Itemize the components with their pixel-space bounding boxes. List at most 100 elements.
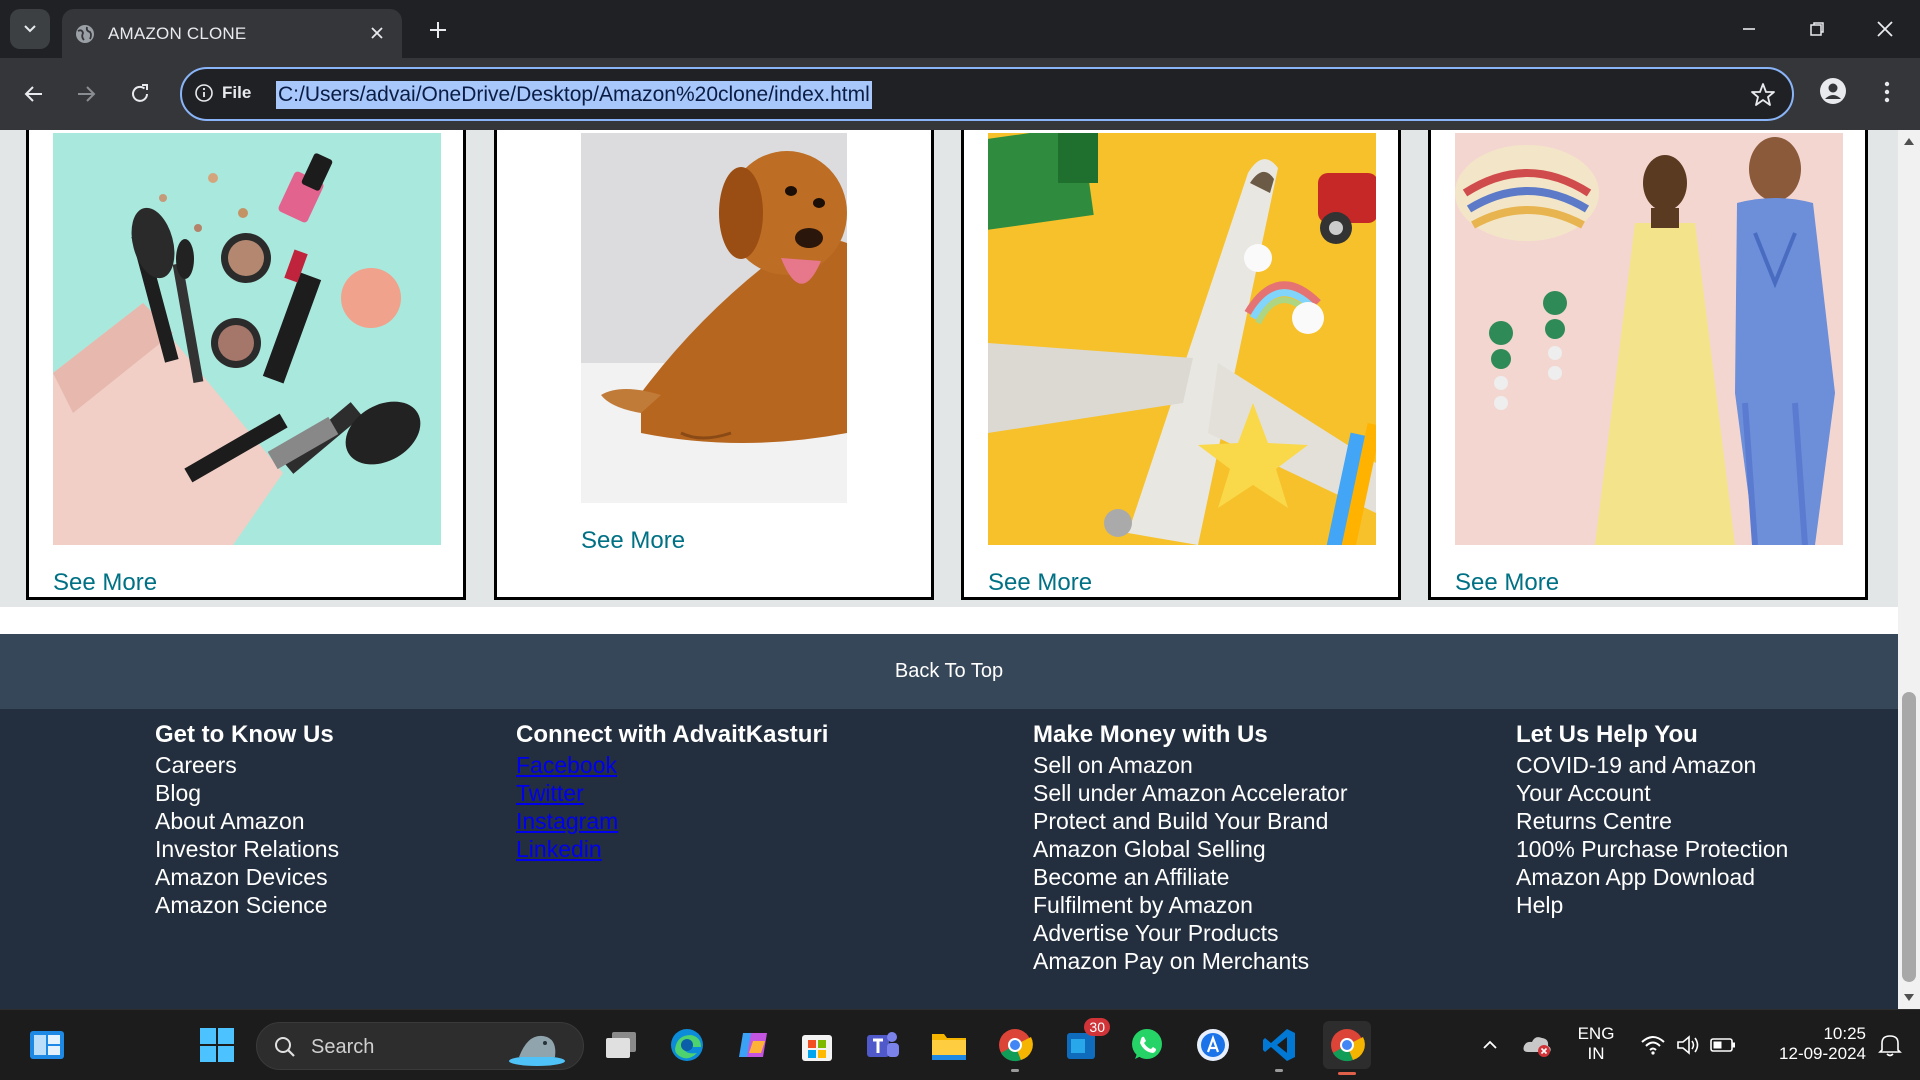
footer-link[interactable]: COVID-19 and Amazon	[1516, 751, 1788, 779]
teams-app[interactable]	[862, 1024, 904, 1066]
whatsapp-app[interactable]	[1126, 1024, 1168, 1066]
scroll-up-arrow-icon[interactable]	[1904, 138, 1914, 145]
footer-col-title: Get to Know Us	[155, 721, 334, 748]
minimize-icon	[1743, 28, 1755, 30]
start-button[interactable]	[196, 1024, 238, 1066]
store-badge-app[interactable]: 30	[1060, 1018, 1110, 1066]
restore-button[interactable]	[1794, 12, 1840, 46]
bookmark-star-icon[interactable]	[1750, 82, 1776, 108]
chrome-active-app[interactable]	[1323, 1021, 1371, 1075]
show-hidden-icons-button[interactable]	[1474, 1024, 1506, 1066]
profile-button[interactable]	[1816, 74, 1850, 108]
back-button[interactable]	[16, 76, 52, 112]
plus-icon	[430, 22, 446, 38]
see-more-link[interactable]: See More	[53, 569, 157, 597]
minimize-button[interactable]	[1726, 12, 1772, 46]
browser-menu-button[interactable]	[1872, 74, 1902, 110]
info-icon	[195, 84, 213, 102]
footer-link[interactable]: Your Account	[1516, 779, 1788, 807]
footer-link[interactable]: 100% Purchase Protection	[1516, 835, 1788, 863]
makeup-products-image	[53, 133, 441, 545]
address-bar[interactable]: File C:/Users/advai/OneDrive/Desktop/Ama…	[180, 67, 1794, 121]
widgets-icon	[30, 1031, 64, 1059]
footer-link[interactable]: Amazon Global Selling	[1033, 835, 1348, 863]
app-store-app[interactable]	[1192, 1024, 1234, 1066]
taskbar-search-box[interactable]: Search	[256, 1022, 584, 1070]
facebook-link[interactable]: Facebook	[516, 751, 828, 779]
reload-button[interactable]	[122, 76, 158, 112]
footer-link[interactable]: About Amazon	[155, 807, 339, 835]
store-app[interactable]	[796, 1024, 838, 1066]
forward-button[interactable]	[68, 76, 104, 112]
see-more-link[interactable]: See More	[1455, 569, 1559, 597]
url-text[interactable]: C:/Users/advai/OneDrive/Desktop/Amazon%2…	[276, 81, 872, 109]
chrome-app[interactable]	[994, 1024, 1036, 1072]
instagram-link[interactable]: Instagram	[516, 807, 828, 835]
product-box: See More	[1428, 130, 1868, 600]
copilot-app[interactable]	[732, 1024, 774, 1066]
footer-link[interactable]: Investor Relations	[155, 835, 339, 863]
footer-link[interactable]: Become an Affiliate	[1033, 863, 1348, 891]
folder-icon	[932, 1034, 966, 1060]
page-scrollbar[interactable]	[1898, 130, 1920, 1009]
footer-link[interactable]: Returns Centre	[1516, 807, 1788, 835]
scrollbar-thumb[interactable]	[1902, 692, 1916, 982]
chrome-icon	[999, 1029, 1033, 1062]
onedrive-status[interactable]	[1520, 1024, 1556, 1066]
footer-link[interactable]: Sell on Amazon	[1033, 751, 1348, 779]
site-info-button[interactable]: File	[194, 83, 251, 103]
back-to-top-button[interactable]: Back To Top	[0, 634, 1898, 709]
vscode-icon	[1263, 1029, 1295, 1061]
section-divider	[0, 607, 1898, 634]
browser-tab[interactable]: AMAZON CLONE	[62, 9, 402, 58]
clock-date: 12-09-2024	[1779, 1044, 1866, 1063]
language-indicator[interactable]: ENG IN	[1576, 1024, 1616, 1064]
close-window-button[interactable]	[1862, 12, 1908, 46]
wifi-icon	[1641, 1036, 1665, 1055]
footer-link[interactable]: Amazon Science	[155, 891, 339, 919]
footer-link[interactable]: Careers	[155, 751, 339, 779]
running-indicator	[1275, 1069, 1283, 1072]
see-more-link[interactable]: See More	[988, 569, 1092, 597]
language-code: ENG	[1577, 1024, 1615, 1043]
footer-link[interactable]: Blog	[155, 779, 339, 807]
search-highlight-dolphin-icon	[509, 1035, 565, 1066]
globe-icon	[76, 24, 94, 43]
see-more-link[interactable]: See More	[581, 527, 685, 555]
tab-title: AMAZON CLONE	[108, 23, 247, 43]
windows-taskbar: Search 30 ENG IN 10:25 12-09-2024	[0, 1009, 1920, 1080]
twitter-link[interactable]: Twitter	[516, 779, 828, 807]
footer-link[interactable]: Sell under Amazon Accelerator	[1033, 779, 1348, 807]
microsoft-store-icon	[802, 1035, 832, 1061]
scroll-down-arrow-icon[interactable]	[1904, 994, 1914, 1001]
footer-col-get-to-know: Get to Know Us Careers Blog About Amazon…	[155, 721, 339, 919]
footer-col-title: Let Us Help You	[1516, 721, 1698, 748]
clock[interactable]: 10:25 12-09-2024	[1756, 1024, 1866, 1064]
widgets-button[interactable]	[26, 1024, 68, 1066]
edge-app[interactable]	[666, 1024, 708, 1066]
quick-settings-button[interactable]	[1636, 1024, 1740, 1066]
footer-link[interactable]: Help	[1516, 891, 1788, 919]
footer-link[interactable]: Amazon Devices	[155, 863, 339, 891]
close-tab-icon[interactable]	[366, 22, 388, 44]
file-explorer-app[interactable]	[928, 1024, 970, 1066]
tab-search-button[interactable]	[10, 9, 50, 49]
task-view-icon	[606, 1032, 636, 1058]
footer-link[interactable]: Amazon Pay on Merchants	[1033, 947, 1348, 975]
product-boxes-section: See More See More See More See More	[0, 130, 1898, 607]
teams-icon	[867, 1032, 899, 1057]
vscode-app[interactable]	[1258, 1024, 1300, 1072]
footer-col-help: Let Us Help You COVID-19 and Amazon Your…	[1516, 721, 1788, 919]
footer-link[interactable]: Amazon App Download	[1516, 863, 1788, 891]
footer-link[interactable]: Fulfilment by Amazon	[1033, 891, 1348, 919]
toy-airplane-image	[988, 133, 1376, 545]
linkedin-link[interactable]: Linkedin	[516, 835, 828, 863]
task-view-button[interactable]	[600, 1024, 642, 1066]
footer-link[interactable]: Protect and Build Your Brand	[1033, 807, 1348, 835]
active-indicator	[1338, 1072, 1356, 1075]
footer-link[interactable]: Advertise Your Products	[1033, 919, 1348, 947]
windows-logo-icon	[200, 1028, 234, 1062]
new-tab-button[interactable]	[424, 16, 452, 44]
notifications-button[interactable]	[1872, 1024, 1908, 1066]
footer: Get to Know Us Careers Blog About Amazon…	[0, 709, 1898, 1009]
